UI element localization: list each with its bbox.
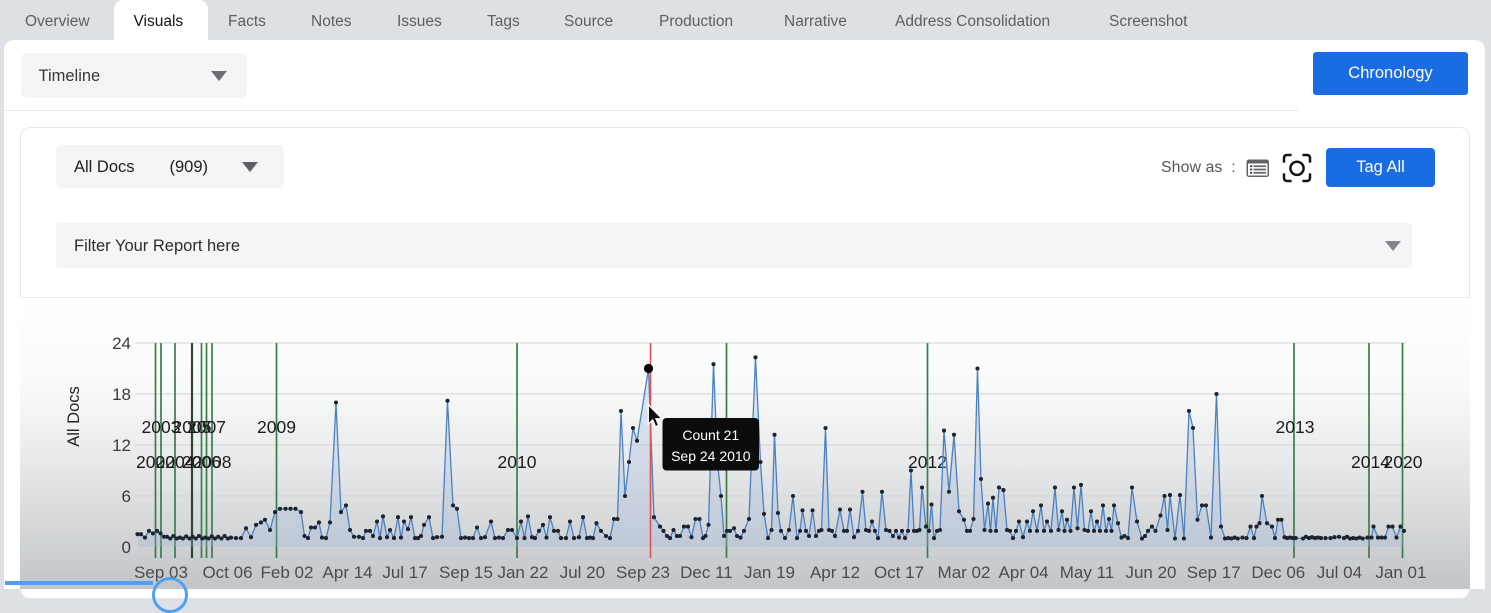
svg-text:Oct 17: Oct 17 (874, 563, 924, 582)
svg-text:6: 6 (122, 487, 131, 506)
svg-text:Jun 20: Jun 20 (1125, 563, 1176, 582)
svg-text:24: 24 (112, 334, 131, 353)
svg-text:2012: 2012 (908, 452, 947, 472)
svg-text:Dec 06: Dec 06 (1251, 563, 1305, 582)
svg-text:18: 18 (112, 385, 131, 404)
svg-text:2020: 2020 (1384, 452, 1423, 472)
svg-text:Dec 11: Dec 11 (680, 563, 733, 582)
svg-text:Feb 02: Feb 02 (261, 563, 314, 582)
svg-text:2013: 2013 (1276, 417, 1315, 437)
svg-text:Sep 23: Sep 23 (616, 563, 670, 582)
svg-text:Jul 17: Jul 17 (382, 563, 427, 582)
svg-text:2007: 2007 (187, 417, 226, 437)
svg-text:Jan 22: Jan 22 (497, 563, 548, 582)
svg-text:2008: 2008 (193, 452, 232, 472)
svg-text:2010: 2010 (498, 452, 537, 472)
svg-text:Apr 12: Apr 12 (810, 563, 860, 582)
svg-text:Count 21: Count 21 (682, 427, 739, 443)
svg-text:All Docs: All Docs (65, 386, 83, 447)
svg-text:Apr 04: Apr 04 (999, 563, 1049, 582)
svg-text:Jan 01: Jan 01 (1375, 563, 1426, 582)
svg-text:Jul 04: Jul 04 (1317, 563, 1362, 582)
svg-text:0: 0 (122, 538, 131, 557)
svg-text:Sep 24 2010: Sep 24 2010 (671, 448, 751, 464)
svg-text:May 11: May 11 (1060, 563, 1115, 582)
svg-text:Apr 14: Apr 14 (323, 563, 373, 582)
svg-text:Sep 17: Sep 17 (1187, 563, 1241, 582)
svg-text:Oct 06: Oct 06 (202, 563, 252, 582)
svg-text:Sep 15: Sep 15 (439, 563, 493, 582)
svg-text:Jan 19: Jan 19 (744, 563, 795, 582)
svg-text:12: 12 (112, 436, 131, 455)
svg-text:Jul 20: Jul 20 (560, 563, 605, 582)
svg-text:Mar 02: Mar 02 (938, 563, 991, 582)
svg-text:2009: 2009 (257, 417, 296, 437)
